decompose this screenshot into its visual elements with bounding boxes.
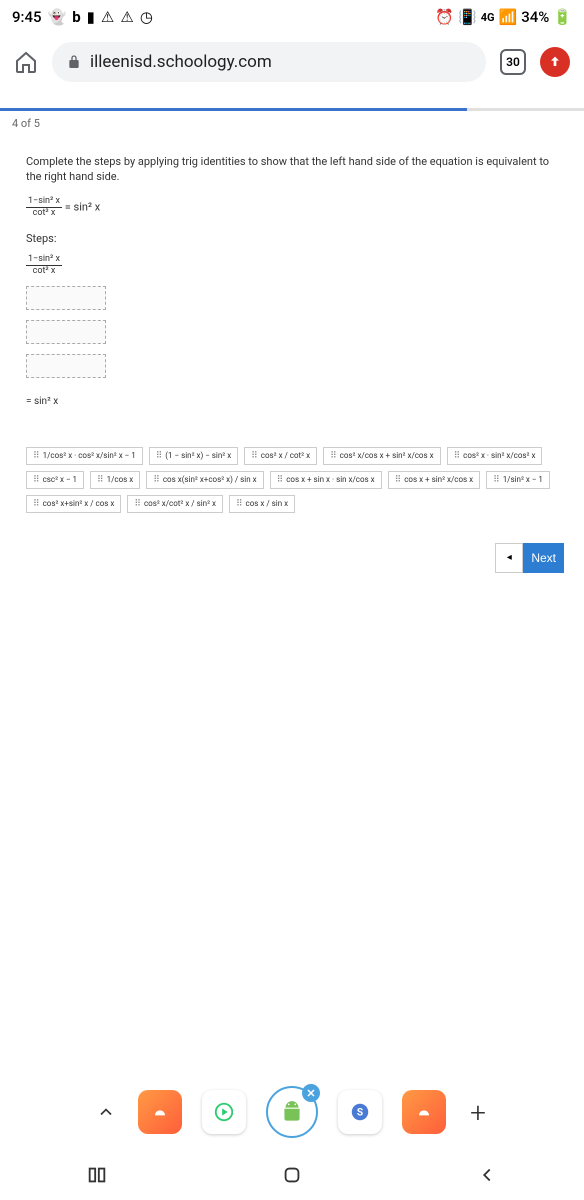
next-button[interactable]: Next	[523, 543, 564, 573]
battery-icon: 🔋	[553, 8, 572, 26]
tab-count-button[interactable]: 30	[500, 49, 526, 75]
dropzone-3[interactable]	[26, 354, 106, 378]
dropzone-1[interactable]	[26, 286, 106, 310]
tile-8[interactable]: ⠿cos x(sin² x+cos² x) / sin x	[146, 471, 263, 489]
nav-buttons: ◂ Next	[26, 543, 564, 573]
drag-icon: ⠿	[236, 499, 242, 509]
dock-app-center[interactable]: ✕	[266, 1086, 318, 1138]
drag-icon: ⠿	[97, 475, 103, 485]
system-navbar	[0, 1150, 584, 1200]
drag-icon: ⠿	[156, 451, 162, 461]
page-content: 4 of 5 Complete the steps by applying tr…	[0, 108, 584, 591]
tile-1[interactable]: ⠿1/cos² x · cos² x/sin² x − 1	[26, 447, 143, 465]
flag-icon: ▮	[87, 8, 95, 26]
dock-app-5[interactable]	[402, 1090, 446, 1134]
sync-icon: ◷	[140, 8, 153, 26]
step-final: = sin² x	[26, 396, 564, 407]
close-icon[interactable]: ✕	[302, 1084, 320, 1102]
drag-icon: ⠿	[153, 475, 159, 485]
drag-icon: ⠿	[33, 475, 39, 485]
tile-11[interactable]: ⠿1/sin² x − 1	[486, 471, 550, 489]
tile-2[interactable]: ⠿(1 − sin² x) − sin² x	[149, 447, 238, 465]
alarm-icon: ⏰	[435, 8, 454, 26]
drag-icon: ⠿	[454, 451, 460, 461]
battery-percent: 34%	[521, 8, 549, 26]
url-text: illeenisd.schoology.com	[90, 52, 272, 72]
tile-6[interactable]: ⠿csc² x − 1	[26, 471, 84, 489]
tile-9[interactable]: ⠿cos x + sin x · sin x/cos x	[270, 471, 382, 489]
drag-icon: ⠿	[493, 475, 499, 485]
tile-3[interactable]: ⠿cos² x / cot² x	[244, 447, 317, 465]
svg-text:S: S	[357, 1108, 363, 1119]
dock-app-4[interactable]: S	[338, 1090, 382, 1134]
status-bar: 9:45 👻 b ▮ ⚠ ⚠ ◷ ⏰ 📳 4G 📶 34% 🔋	[0, 0, 584, 34]
vibrate-icon: 📳	[458, 8, 477, 26]
drag-icon: ⠿	[134, 499, 140, 509]
url-bar[interactable]: illeenisd.schoology.com	[52, 42, 486, 82]
app-dock: ✕ S +	[0, 1086, 584, 1138]
dropzone-2[interactable]	[26, 320, 106, 344]
drag-icon: ⠿	[33, 499, 39, 509]
dock-add-button[interactable]: +	[466, 1090, 490, 1134]
drag-icon: ⠿	[33, 451, 39, 461]
step-1: 1−sin² xcot² x	[26, 255, 564, 276]
back-button[interactable]	[457, 1164, 517, 1186]
drag-icon: ⠿	[251, 451, 257, 461]
steps-label: Steps:	[26, 232, 564, 245]
drag-icon: ⠿	[330, 451, 336, 461]
dock-chevron-up[interactable]	[94, 1090, 118, 1134]
tile-10[interactable]: ⠿cos x + sin² x/cos x	[388, 471, 480, 489]
answer-tiles: ⠿1/cos² x · cos² x/sin² x − 1 ⠿(1 − sin²…	[26, 447, 564, 513]
drag-icon: ⠿	[395, 475, 401, 485]
upload-button[interactable]	[540, 47, 570, 77]
home-button[interactable]	[262, 1164, 322, 1186]
question-text: Complete the steps by applying trig iden…	[26, 154, 564, 185]
drag-icon: ⠿	[277, 475, 283, 485]
lock-icon	[66, 54, 82, 70]
tile-4[interactable]: ⠿cos² x/cos x + sin² x/cos x	[323, 447, 441, 465]
browser-bar: illeenisd.schoology.com 30	[0, 34, 584, 90]
tile-12[interactable]: ⠿cos² x+sin² x / cos x	[26, 495, 121, 513]
snapchat-icon: 👻	[48, 8, 67, 26]
recents-button[interactable]	[67, 1164, 127, 1186]
status-time: 9:45	[12, 8, 42, 26]
app-icon: b	[72, 8, 80, 26]
warning-icon: ⚠	[101, 8, 114, 26]
dock-app-1[interactable]	[138, 1090, 182, 1134]
progress-label: 4 of 5	[0, 111, 584, 130]
signal-icon: 📶	[499, 8, 518, 26]
warning-icon-2: ⚠	[120, 8, 133, 26]
tile-7[interactable]: ⠿1/cos x	[90, 471, 140, 489]
progress-bar	[0, 108, 584, 111]
question-card: Complete the steps by applying trig iden…	[18, 146, 572, 591]
network-type: 4G	[481, 11, 495, 24]
dock-app-2[interactable]	[202, 1090, 246, 1134]
tile-5[interactable]: ⠿cos² x · sin² x/cos² x	[447, 447, 543, 465]
tile-13[interactable]: ⠿cos² x/cot² x / sin² x	[127, 495, 223, 513]
home-icon[interactable]	[14, 50, 38, 74]
main-equation: 1−sin² xcot² x = sin² x	[26, 197, 564, 218]
tile-14[interactable]: ⠿cos x / sin x	[229, 495, 295, 513]
prev-button[interactable]: ◂	[495, 543, 523, 573]
